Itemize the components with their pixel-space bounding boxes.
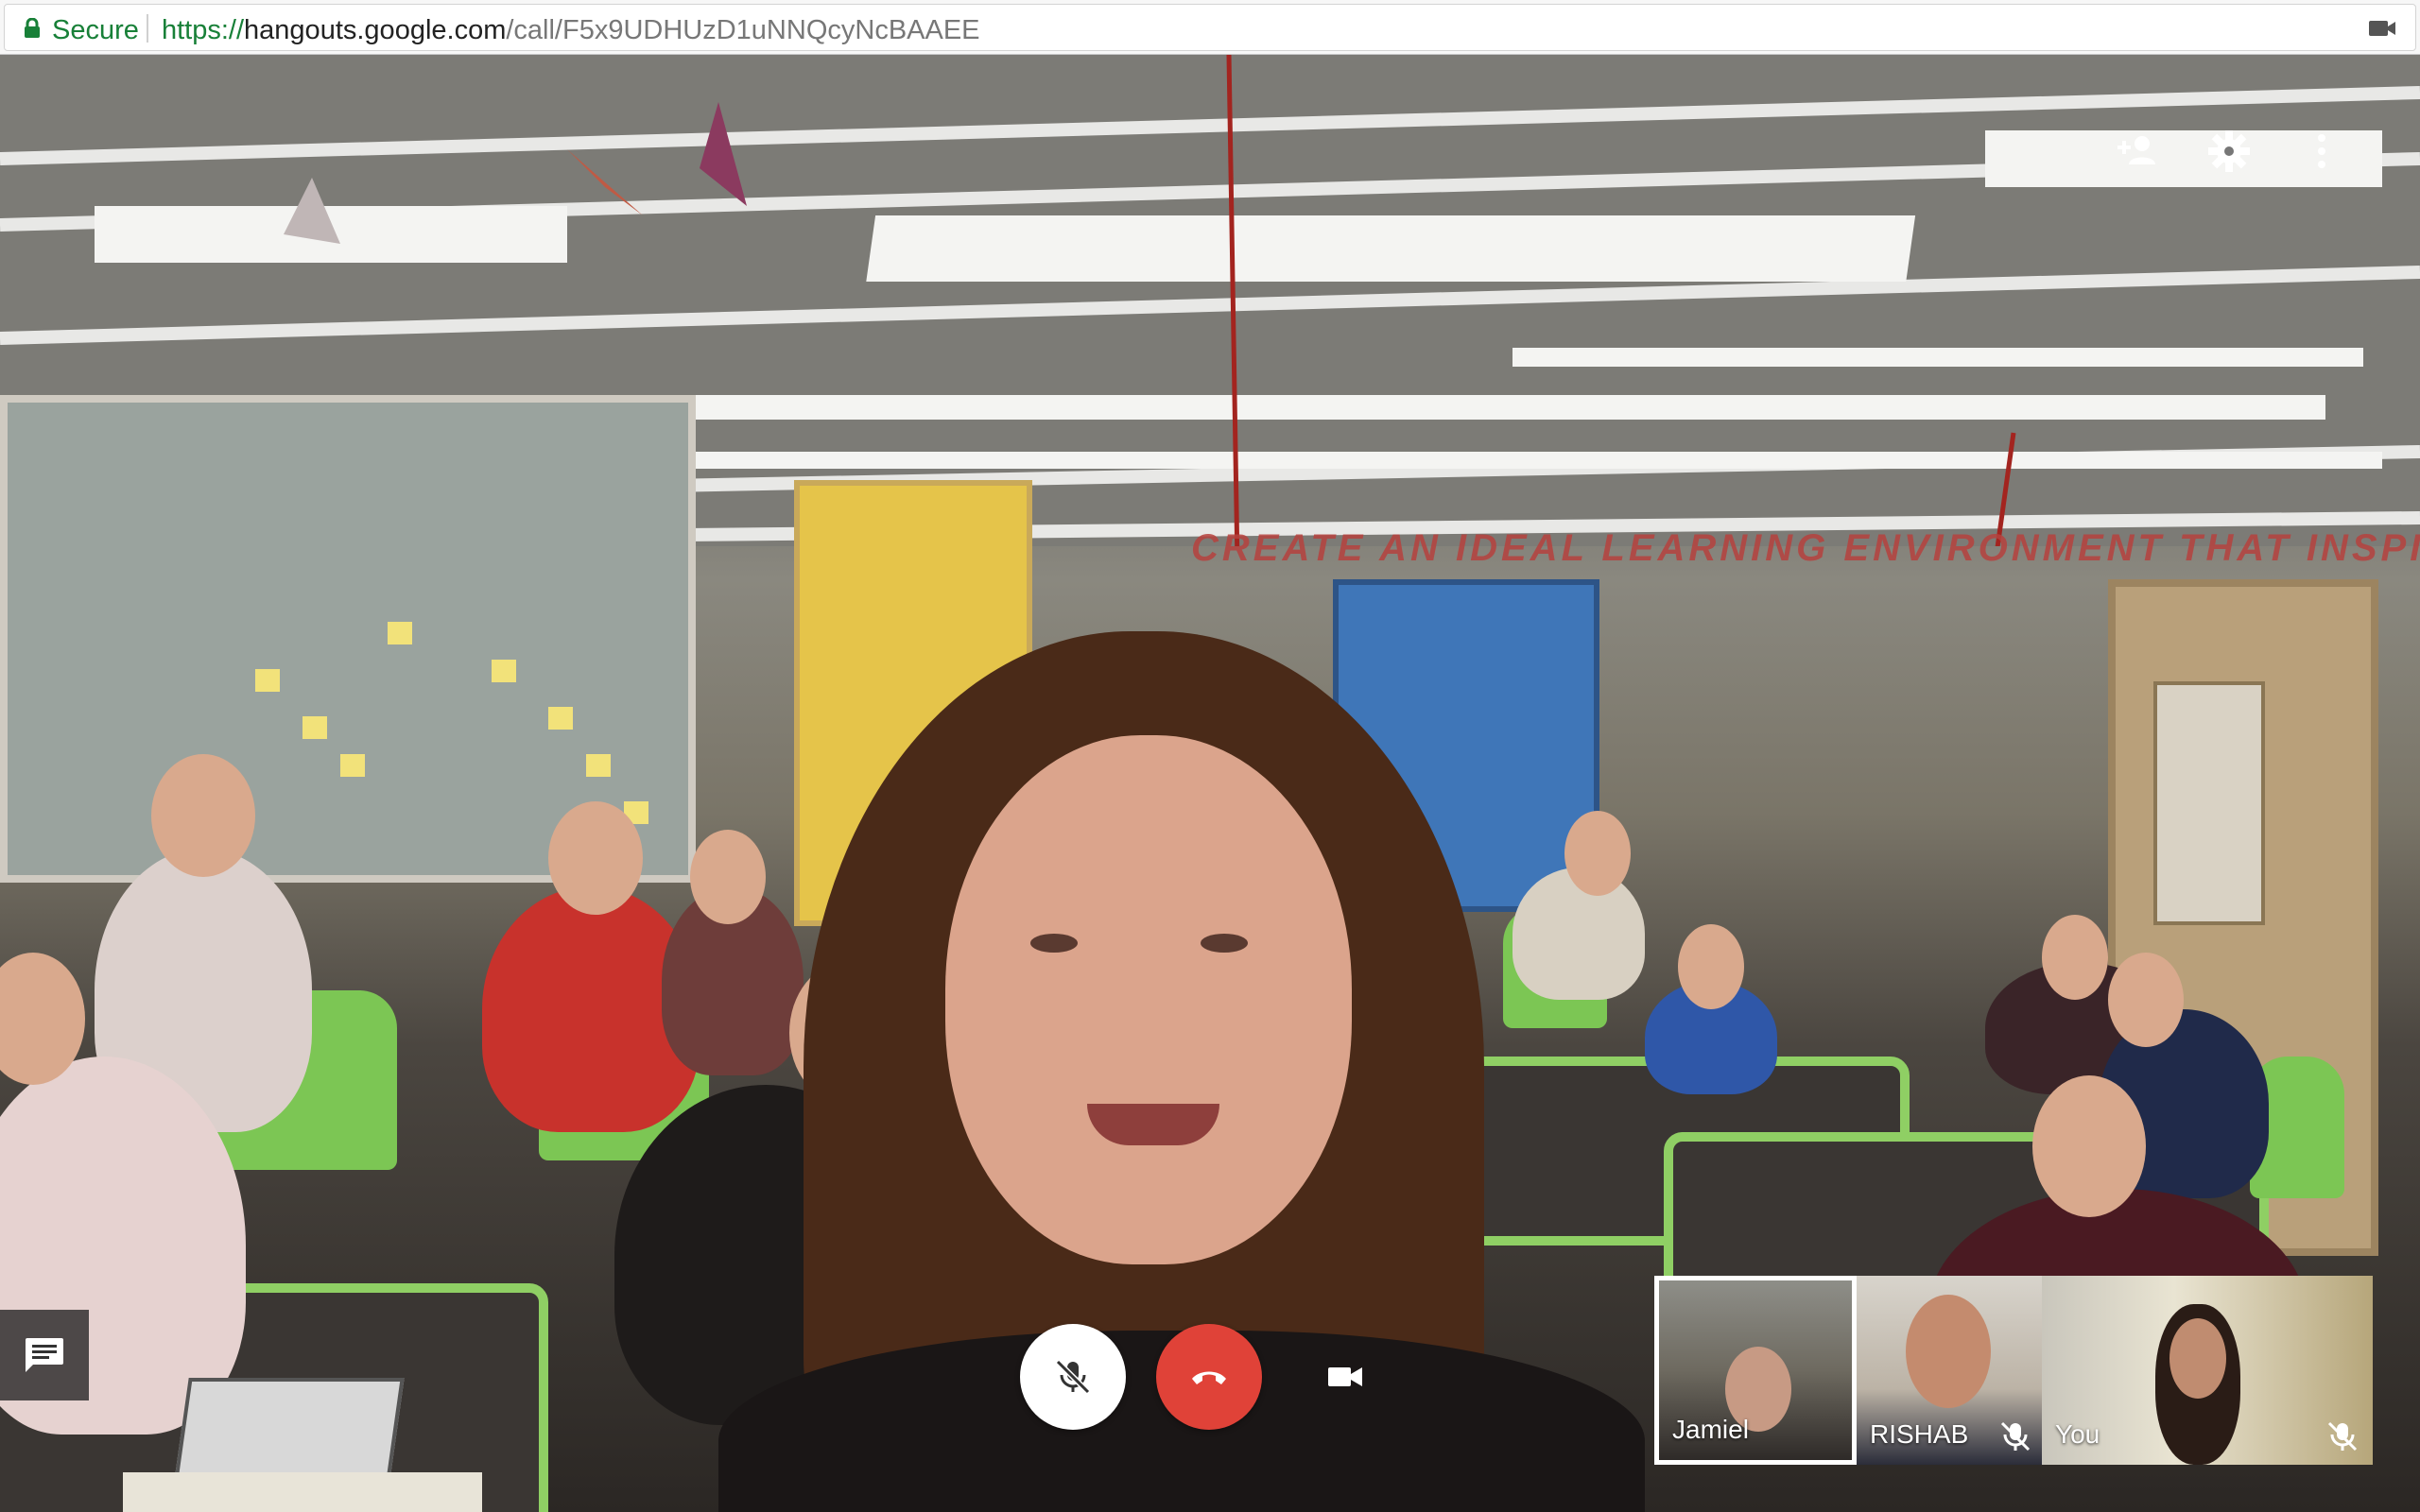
url-text[interactable]: https://hangouts.google.com/call/F5x9UDH…: [162, 15, 980, 46]
student-head: [690, 830, 766, 924]
camera-icon[interactable]: [2368, 18, 2396, 39]
speaker-eye: [1201, 934, 1248, 953]
student-head: [1564, 811, 1631, 896]
student-head: [548, 801, 643, 915]
student-head: [2032, 1075, 2146, 1217]
sticky-note: [340, 754, 365, 777]
url-host: hangouts.google.com: [244, 15, 507, 45]
url-path: /call/F5x9UDHUzD1uNNQcyNcBAAEE: [506, 15, 980, 45]
student-head: [1678, 924, 1744, 1009]
door-window: [2153, 681, 2265, 925]
student-head: [2042, 915, 2108, 1000]
wall-banner: CREATE AN IDEAL LEARNING ENVIRONMENT THA…: [1191, 527, 2420, 569]
student-head: [151, 754, 255, 877]
mic-off-icon: [2000, 1421, 2031, 1452]
binders: [123, 1472, 482, 1512]
participant-face: [2169, 1318, 2226, 1399]
sticky-note: [255, 669, 280, 692]
more-vert-icon[interactable]: [2299, 129, 2344, 174]
speaker-mouth: [1087, 1104, 1219, 1145]
camera-button[interactable]: [1292, 1324, 1398, 1430]
speaker-face: [945, 735, 1352, 1264]
url-field[interactable]: Secure https://hangouts.google.com/call/…: [4, 4, 2416, 51]
participant-tile-you[interactable]: You: [2042, 1276, 2373, 1465]
url-scheme: https://: [162, 15, 245, 45]
chat-icon: [26, 1338, 63, 1372]
gear-icon[interactable]: [2206, 129, 2252, 174]
secure-label: Secure: [52, 15, 139, 45]
sticky-note: [302, 716, 327, 739]
sticky-note: [548, 707, 573, 730]
chat-button[interactable]: [0, 1310, 89, 1400]
mic-off-icon: [2327, 1421, 2358, 1452]
hangup-icon: [1192, 1371, 1226, 1384]
participant-tile-rishab[interactable]: RISHAB: [1857, 1276, 2042, 1465]
participant-name: RISHAB: [1870, 1419, 1969, 1449]
sticky-note: [492, 660, 516, 682]
videocam-icon: [1328, 1367, 1362, 1386]
lock-icon: [25, 18, 40, 38]
mute-button[interactable]: [1020, 1324, 1126, 1430]
add-person-icon[interactable]: [2116, 129, 2161, 174]
participant-tile-jamiel[interactable]: Jamiel: [1654, 1276, 1857, 1465]
speaker-eye: [1030, 934, 1078, 953]
mic-off-icon: [1055, 1359, 1091, 1395]
participant-face: [1906, 1295, 1991, 1408]
participant-name: Jamiel: [1672, 1415, 1749, 1444]
browser-address-bar: Secure https://hangouts.google.com/call/…: [0, 0, 2420, 55]
sticky-note: [388, 622, 412, 644]
participant-name: You: [2055, 1419, 2100, 1449]
sticky-note: [586, 754, 611, 777]
hangup-button[interactable]: [1156, 1324, 1262, 1430]
address-separator: [147, 14, 148, 43]
student-head: [2108, 953, 2184, 1047]
